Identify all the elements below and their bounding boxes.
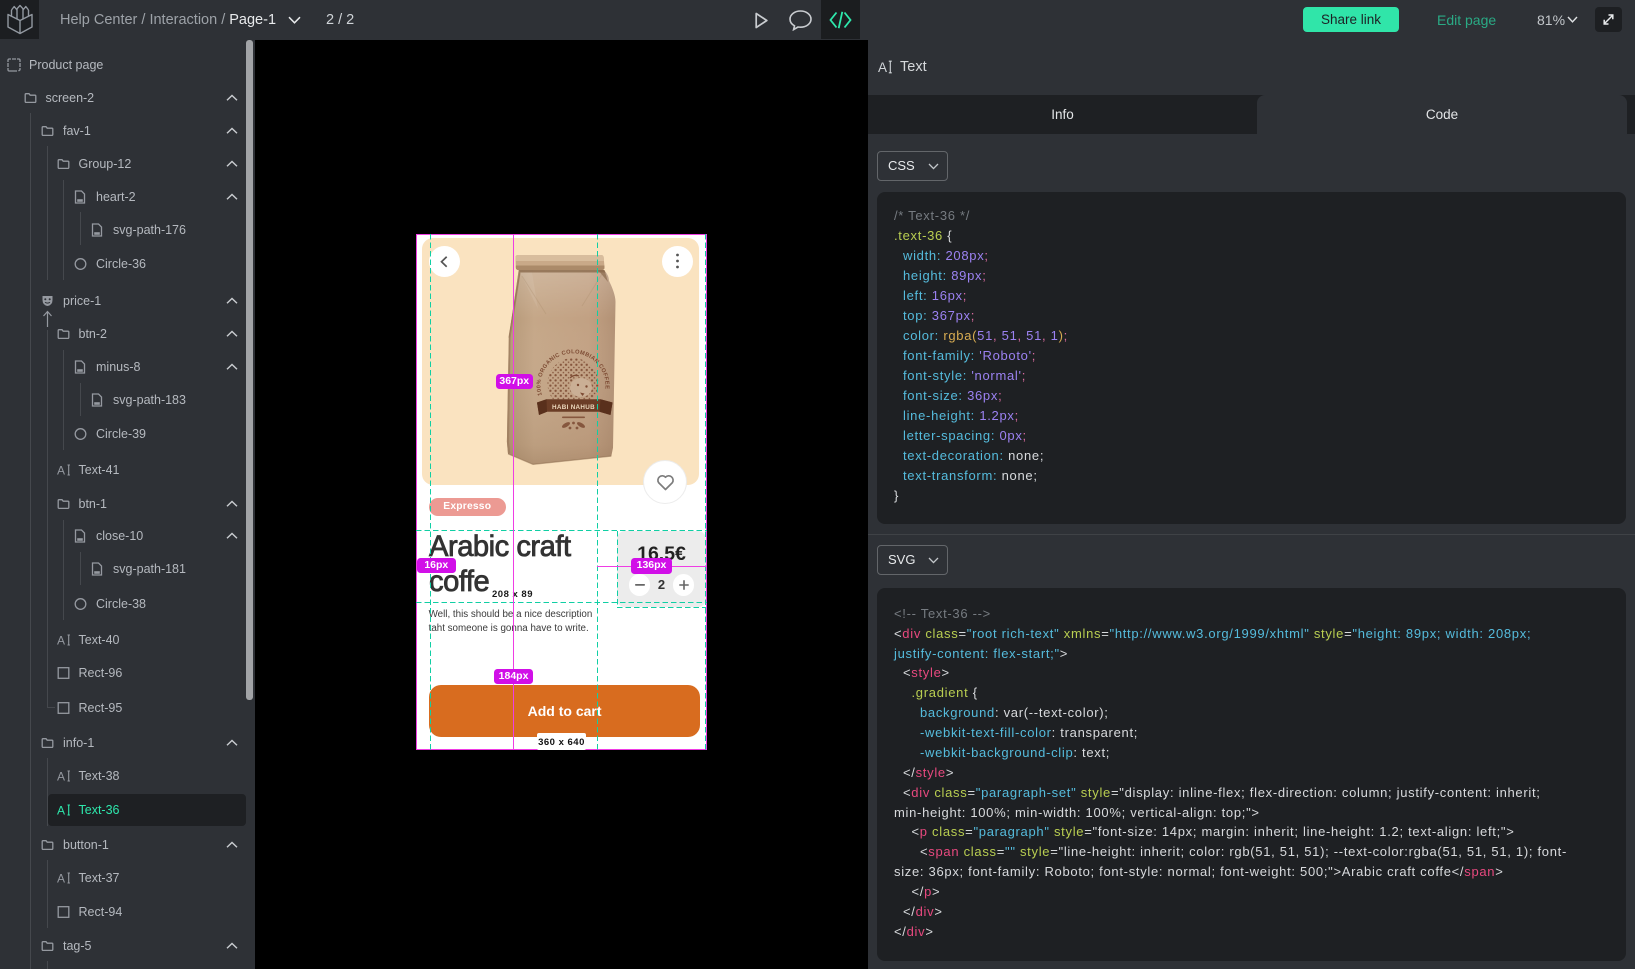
svg-text:A: A — [57, 872, 65, 884]
svg-text:A: A — [57, 464, 65, 476]
svg-text:A: A — [878, 60, 887, 74]
svg-text:A: A — [57, 634, 65, 646]
svg-text:A: A — [57, 770, 65, 782]
svg-text:A: A — [57, 804, 65, 816]
